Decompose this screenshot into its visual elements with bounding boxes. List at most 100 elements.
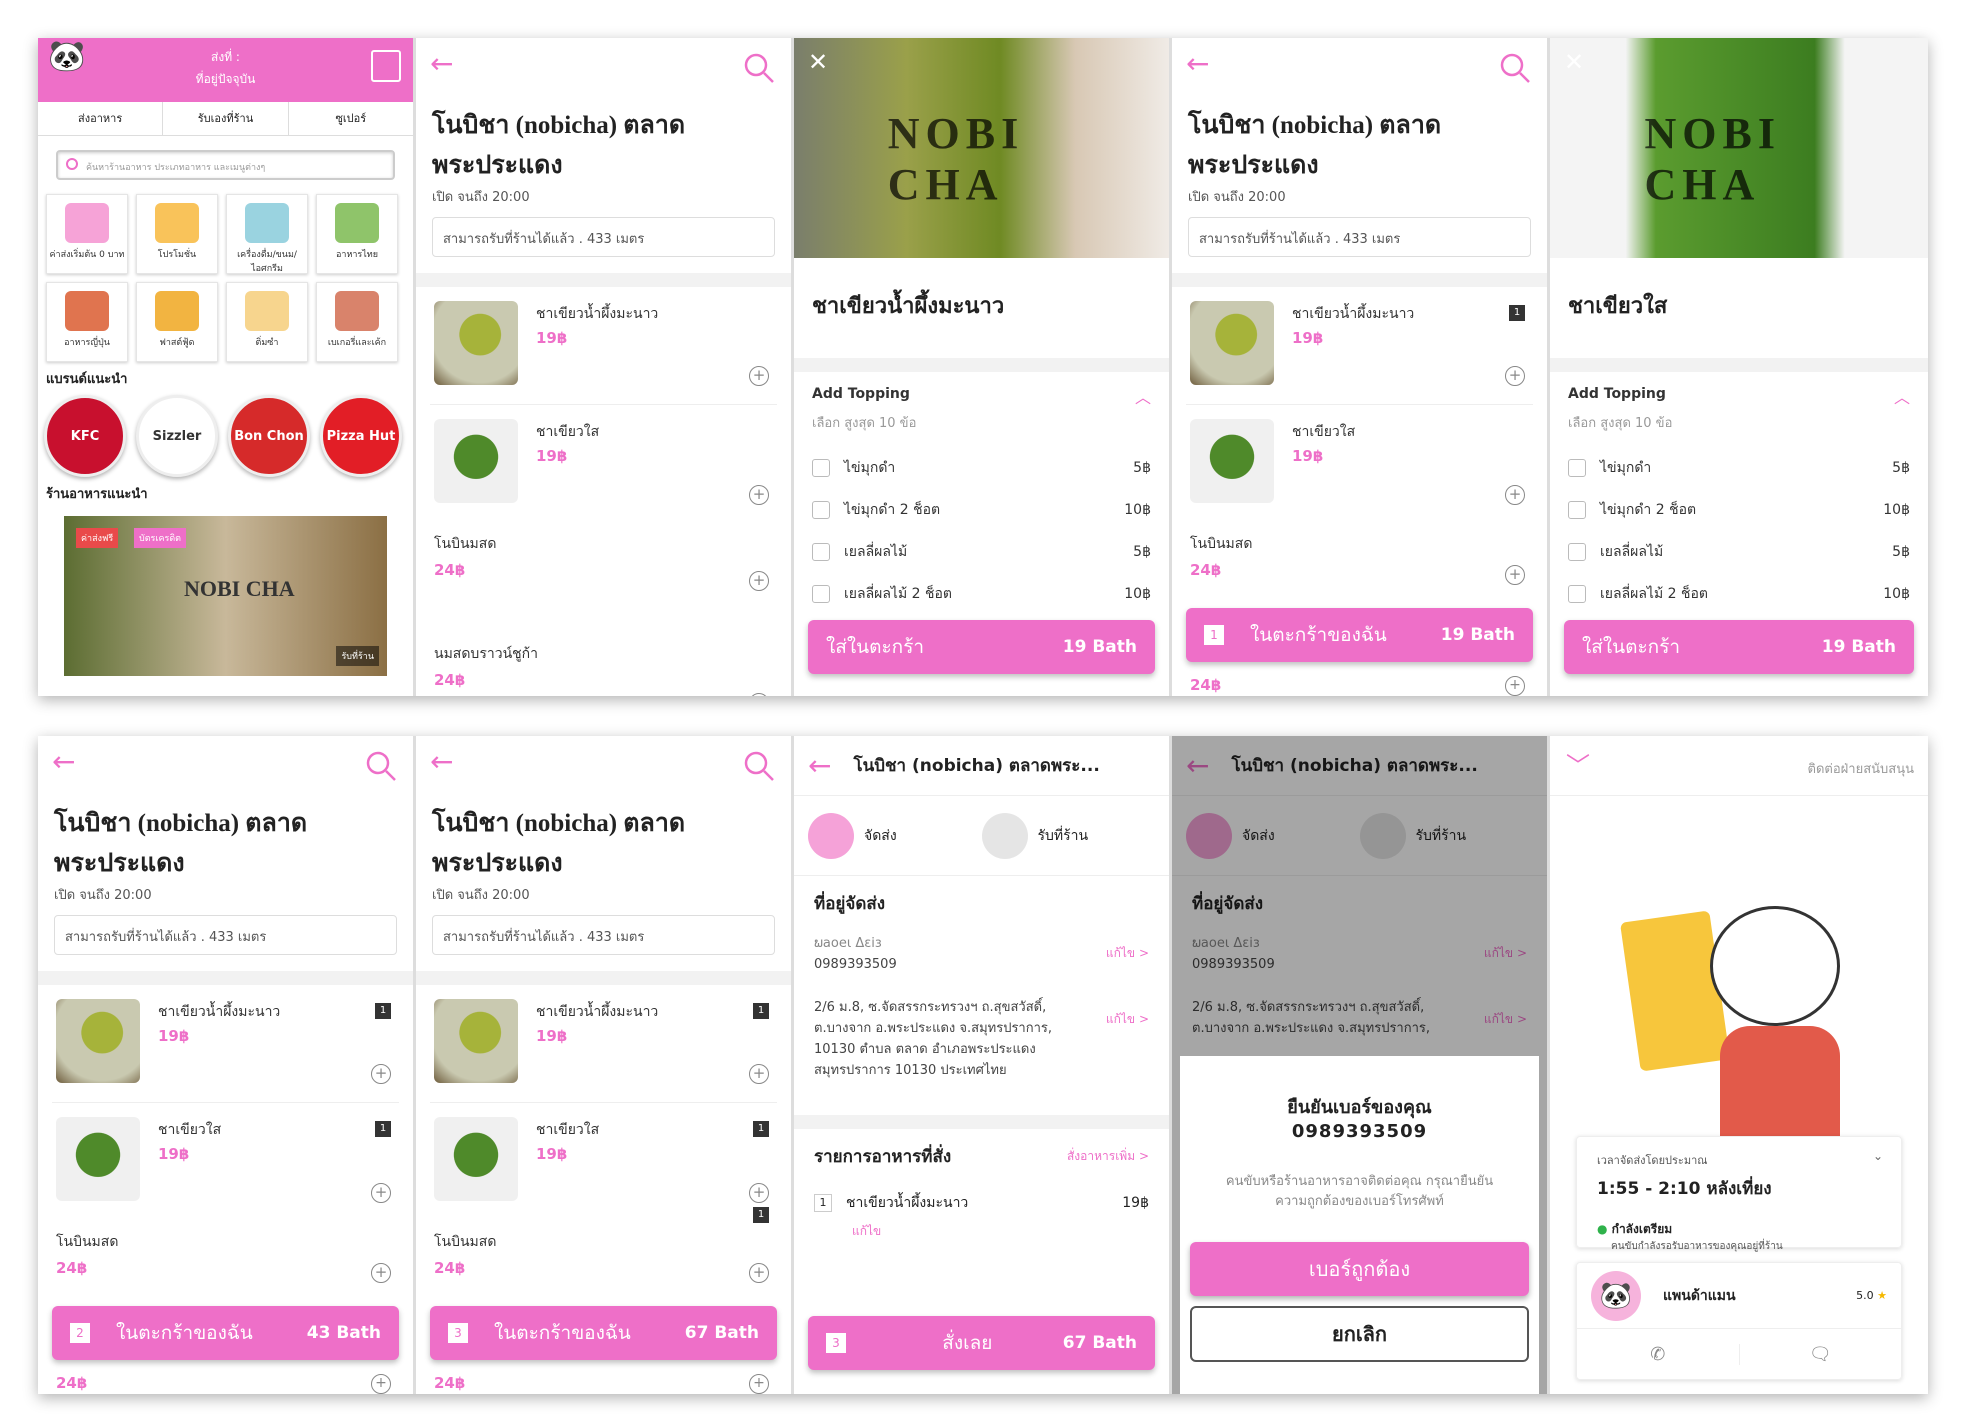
add-icon[interactable]: + xyxy=(371,1263,391,1283)
topping-option[interactable]: ไข่มุกดำ 2 ช็อต 10฿ xyxy=(812,489,1151,531)
category-item[interactable]: เครื่องดื่ม/ขนม/ไอศกรีม xyxy=(226,194,308,274)
topping-header[interactable]: Add Topping เลือก สูงสุด 10 ข้อ ︿ xyxy=(794,372,1169,447)
topping-option[interactable]: ไข่มุกดำ 5฿ xyxy=(812,447,1151,489)
tab-pickup[interactable]: รับเองที่ร้าน xyxy=(163,102,289,135)
edit-address-link[interactable]: แก้ไข > xyxy=(1106,1010,1149,1029)
menu-item[interactable]: ชาเขียวใส 19฿ 1 + xyxy=(430,1103,777,1221)
place-order-button[interactable]: 3 สั่งเลย 67 Bath xyxy=(808,1316,1155,1370)
menu-item[interactable]: โนบินมสด 24฿ + xyxy=(1186,523,1533,603)
add-icon[interactable]: + xyxy=(371,1183,391,1203)
add-icon[interactable]: + xyxy=(749,693,769,696)
add-icon[interactable]: + xyxy=(371,1374,391,1394)
view-cart-button[interactable]: 2 ในตะกร้าของฉัน 43 Bath xyxy=(52,1306,399,1360)
menu-item[interactable]: ชาเขียวน้ำผึ้งมะนาว 19฿ 1 + xyxy=(52,985,399,1103)
recipient-name: ພaoeι Δεiɜ xyxy=(814,936,882,951)
back-arrow-icon[interactable]: ← xyxy=(52,748,75,776)
category-item[interactable]: ฟาสต์ฟู้ด xyxy=(136,282,218,362)
menu-item[interactable]: โนบินมสด 24฿ + xyxy=(430,523,777,609)
category-item[interactable]: ค่าส่งเริ่มต้น 0 บาท xyxy=(46,194,128,274)
order-more-link[interactable]: สั่งอาหารเพิ่ม > xyxy=(1067,1147,1149,1166)
home-search-input[interactable]: ค้นหาร้านอาหาร ประเภทอาหาร และเมนูต่างๆ xyxy=(56,150,395,180)
add-icon[interactable]: + xyxy=(749,366,769,386)
menu-item[interactable]: ชาเขียวใส 19฿ + xyxy=(430,405,777,523)
mode-delivery[interactable]: จัดส่ง xyxy=(808,808,982,863)
add-icon[interactable]: + xyxy=(1505,676,1525,696)
topping-option[interactable]: ไข่มุกดำ 5฿ xyxy=(1568,447,1910,489)
promo-banner[interactable]: ค่าส่งฟรี บัตรเครดิต NOBI CHA รับที่ร้าน xyxy=(64,516,387,676)
search-icon[interactable] xyxy=(743,750,775,782)
menu-item[interactable]: โนบินมสด 24฿ 1 + xyxy=(430,1207,777,1301)
category-item[interactable]: อาหารไทย xyxy=(316,194,398,274)
checkbox[interactable] xyxy=(1568,585,1586,603)
current-address[interactable]: ที่อยู่ปัจจุบัน xyxy=(38,68,413,90)
chevron-up-icon[interactable]: ︿ xyxy=(1135,384,1151,408)
menu-item[interactable]: โนบินมสด 24฿ + xyxy=(52,1221,399,1301)
search-icon[interactable] xyxy=(743,52,775,84)
back-arrow-icon[interactable]: ← xyxy=(430,50,453,78)
menu-item[interactable]: นมสดบราวน์ชูก้า 24฿ + xyxy=(430,633,777,696)
menu-item[interactable]: ชาเขียวน้ำผึ้งมะนาว 19฿ 1 + xyxy=(1186,287,1533,405)
mode-pickup[interactable]: รับที่ร้าน xyxy=(981,808,1156,863)
checkbox[interactable] xyxy=(1568,459,1586,477)
menu-item[interactable]: ชาเขียวน้ำผึ้งมะนาว 19฿ + xyxy=(430,287,777,405)
menu-item[interactable]: ชาเขียวใส 19฿ 1 + xyxy=(52,1103,399,1221)
tab-delivery[interactable]: ส่งอาหาร xyxy=(38,102,164,135)
brand-sizzler[interactable]: Sizzler xyxy=(136,395,218,477)
view-cart-button[interactable]: 3 ในตะกร้าของฉัน 67 Bath xyxy=(430,1306,777,1360)
add-to-cart-button[interactable]: ใส่ในตะกร้า 19 Bath xyxy=(1564,620,1914,674)
topping-option[interactable]: เยลลี่ผลไม้ 5฿ xyxy=(1568,531,1910,573)
checkbox[interactable] xyxy=(1568,543,1586,561)
topping-option[interactable]: เยลลี่ผลไม้ 2 ช็อต 10฿ xyxy=(1568,573,1910,615)
close-icon[interactable]: ✕ xyxy=(808,48,828,76)
checkbox[interactable] xyxy=(812,459,830,477)
eta-card[interactable]: เวลาจัดส่งโดยประมาณ 1:55 - 2:10 หลังเที่… xyxy=(1576,1136,1902,1252)
contact-support-link[interactable]: ติดต่อฝ่ายสนับสนุน xyxy=(1808,758,1914,779)
tab-super[interactable]: ซูเปอร์ xyxy=(289,102,413,135)
search-icon[interactable] xyxy=(365,750,397,782)
menu-item[interactable]: ชาเขียวน้ำผึ้งมะนาว 19฿ 1 + xyxy=(430,985,777,1103)
add-icon[interactable]: + xyxy=(1505,485,1525,505)
edit-item-link[interactable]: แก้ไข xyxy=(852,1222,1149,1241)
menu-item[interactable]: ชาเขียวใส 19฿ + xyxy=(1186,405,1533,523)
chevron-down-icon[interactable]: ﹀ xyxy=(1566,746,1590,781)
cancel-button[interactable]: ยกเลิก xyxy=(1190,1306,1529,1362)
cart-bag-icon[interactable] xyxy=(371,50,401,82)
chevron-up-icon[interactable]: ︿ xyxy=(1894,384,1910,408)
brand-bonchon[interactable]: Bon Chon xyxy=(228,395,310,477)
edit-contact-link[interactable]: แก้ไข > xyxy=(1106,944,1149,963)
topping-option[interactable]: เยลลี่ผลไม้ 2 ช็อต 10฿ xyxy=(812,573,1151,615)
add-icon[interactable]: + xyxy=(749,485,769,505)
add-icon[interactable]: + xyxy=(1505,366,1525,386)
add-icon[interactable]: + xyxy=(371,1064,391,1084)
back-arrow-icon[interactable]: ← xyxy=(430,748,453,776)
add-icon[interactable]: + xyxy=(749,1183,769,1203)
category-item[interactable]: โปรโมชั่น xyxy=(136,194,218,274)
checkbox[interactable] xyxy=(812,501,830,519)
add-icon[interactable]: + xyxy=(749,571,769,591)
add-icon[interactable]: + xyxy=(749,1064,769,1084)
topping-option[interactable]: เยลลี่ผลไม้ 5฿ xyxy=(812,531,1151,573)
add-icon[interactable]: + xyxy=(749,1263,769,1283)
add-to-cart-button[interactable]: ใส่ในตะกร้า 19 Bath xyxy=(808,620,1155,674)
search-icon[interactable] xyxy=(1499,52,1531,84)
back-arrow-icon[interactable]: ← xyxy=(808,749,831,782)
category-item[interactable]: ติ่มซำ xyxy=(226,282,308,362)
brand-kfc[interactable]: KFC xyxy=(44,395,126,477)
checkbox[interactable] xyxy=(812,585,830,603)
confirm-button[interactable]: เบอร์ถูกต้อง xyxy=(1190,1242,1529,1296)
checkbox[interactable] xyxy=(812,543,830,561)
close-icon[interactable]: ✕ xyxy=(1564,48,1584,76)
checkbox[interactable] xyxy=(1568,501,1586,519)
category-item[interactable]: เบเกอรี่และเค้ก xyxy=(316,282,398,362)
view-cart-button[interactable]: 1 ในตะกร้าของฉัน 19 Bath xyxy=(1186,608,1533,662)
chat-icon[interactable]: 🗨 xyxy=(1740,1344,1902,1365)
chevron-down-icon[interactable]: ⌄ xyxy=(1873,1149,1883,1163)
back-arrow-icon[interactable]: ← xyxy=(1186,50,1209,78)
add-icon[interactable]: + xyxy=(749,1374,769,1394)
phone-icon[interactable]: ✆ xyxy=(1577,1343,1740,1365)
brand-pizzahut[interactable]: Pizza Hut xyxy=(320,395,402,477)
topping-option[interactable]: ไข่มุกดำ 2 ช็อต 10฿ xyxy=(1568,489,1910,531)
add-icon[interactable]: + xyxy=(1505,565,1525,585)
topping-header[interactable]: Add Topping เลือก สูงสุด 10 ข้อ ︿ xyxy=(1550,372,1928,447)
category-item[interactable]: อาหารญี่ปุ่น xyxy=(46,282,128,362)
